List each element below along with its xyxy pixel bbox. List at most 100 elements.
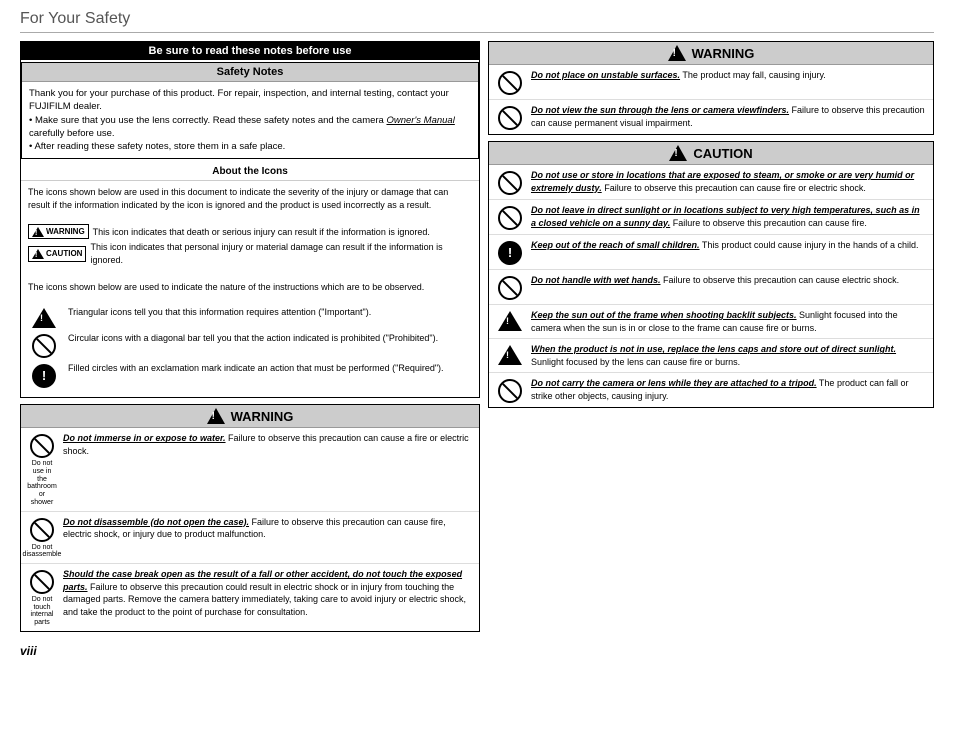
prohibited-type-row: Circular icons with a diagonal bar tell …	[28, 332, 472, 358]
caution-badge-row: CAUTION This icon indicates that persona…	[28, 241, 472, 266]
triangle-icon-sm	[32, 308, 56, 328]
about-icons-body: The icons shown below are used in this d…	[21, 181, 479, 397]
right-prohibited-1	[498, 71, 522, 95]
prohibited-subtext-w1: Do not use in the bathroom or shower	[27, 460, 57, 506]
right-warning-bold-2: Do not view the sun through the lens or …	[531, 105, 789, 115]
warning-desc: This icon indicates that death or seriou…	[93, 226, 430, 239]
right-warning-icon-1	[495, 69, 525, 95]
required-type-row: ! Filled circles with an exclamation mar…	[28, 362, 472, 388]
caution-item-2: Do not leave in direct sunlight or in lo…	[489, 200, 933, 235]
warning-triangle-icon	[32, 227, 44, 237]
caution-icon-2	[495, 204, 525, 230]
warning-header-icon-left	[207, 408, 225, 424]
warning-icon-cell-1: Do not use in the bathroom or shower	[27, 432, 57, 506]
required-icon-sm: !	[32, 364, 56, 388]
caution-item-3: ! Keep out of the reach of small childre…	[489, 235, 933, 270]
warning-section-right: WARNING Do not place on unstable surface…	[488, 41, 934, 135]
warning-text-2: Do not disassemble (do not open the case…	[63, 516, 473, 541]
prohibited-icon-sm	[32, 334, 56, 358]
warning-header-right: WARNING	[489, 42, 933, 65]
caution-triangle-6	[498, 345, 522, 365]
warning-item-2: Do not disassemble Do not disassemble (d…	[21, 512, 479, 564]
about-icons-intro: The icons shown below are used in this d…	[28, 186, 472, 211]
caution-icon-6	[495, 343, 525, 365]
right-warning-bold-1: Do not place on unstable surfaces.	[531, 70, 680, 80]
right-warning-text-2: Do not view the sun through the lens or …	[531, 104, 927, 129]
caution-prohibited-1	[498, 171, 522, 195]
caution-text-4: Do not handle with wet hands. Failure to…	[531, 274, 899, 287]
caution-text-3: Keep out of the reach of small children.…	[531, 239, 919, 252]
caution-icon-3: !	[495, 239, 525, 265]
warning-text-1: Do not immerse in or expose to water. Fa…	[63, 432, 473, 457]
warning-badge-row: WARNING This icon indicates that death o…	[28, 224, 472, 239]
safety-notes-content: Thank you for your purchase of this prod…	[22, 82, 478, 158]
caution-text-6: When the product is not in use, replace …	[531, 343, 927, 368]
circle-desc: Circular icons with a diagonal bar tell …	[68, 332, 438, 345]
caution-text-7: Do not carry the camera or lens while th…	[531, 377, 927, 402]
caution-item-7: Do not carry the camera or lens while th…	[489, 373, 933, 407]
triangle-type-row: Triangular icons tell you that this info…	[28, 306, 472, 328]
caution-item-4: Do not handle with wet hands. Failure to…	[489, 270, 933, 305]
caution-desc: This icon indicates that personal injury…	[90, 241, 472, 266]
bullet-item-2: After reading these safety notes, store …	[29, 140, 471, 153]
safety-notes-title: Safety Notes	[22, 63, 478, 82]
caution-icon-5	[495, 309, 525, 331]
warning-body-3: Failure to observe this precaution could…	[63, 582, 466, 617]
right-warning-item-1: Do not place on unstable surfaces. The p…	[489, 65, 933, 100]
warning-text-3: Should the case break open as the result…	[63, 568, 473, 618]
caution-prohibited-7	[498, 379, 522, 403]
caution-required-3: !	[498, 241, 522, 265]
prohibited-subtext-w3: Do not touch internal parts	[27, 596, 57, 627]
triangle-desc: Triangular icons tell you that this info…	[68, 306, 371, 319]
caution-text-5: Keep the sun out of the frame when shoot…	[531, 309, 927, 334]
warning-item-3: Do not touch internal parts Should the c…	[21, 564, 479, 631]
warning-icon-cell-3: Do not touch internal parts	[27, 568, 57, 627]
right-warning-item-2: Do not view the sun through the lens or …	[489, 100, 933, 134]
bullet-item-1: Make sure that you use the lens correctl…	[29, 114, 471, 141]
caution-header-icon-right	[669, 145, 687, 161]
warning-bold-2: Do not disassemble (do not open the case…	[63, 517, 249, 527]
about-icons-section: About the Icons The icons shown below ar…	[21, 163, 479, 397]
about-icons-title: About the Icons	[21, 163, 479, 181]
prohibited-subtext-w2: Do not disassemble	[23, 544, 62, 559]
prohibited-icon-w2	[30, 518, 54, 542]
right-warning-icon-2	[495, 104, 525, 130]
caution-icon-7	[495, 377, 525, 403]
page-number: viii	[20, 644, 934, 658]
prohibited-icon-w1	[30, 434, 54, 458]
right-column: WARNING Do not place on unstable surface…	[488, 41, 934, 638]
right-warning-body-1: The product may fall, causing injury.	[680, 70, 826, 80]
triangle-type-icon	[28, 306, 60, 328]
page-title: For Your Safety	[20, 10, 934, 33]
caution-label: CAUTION	[46, 248, 82, 259]
caution-text-2: Do not leave in direct sunlight or in lo…	[531, 204, 927, 229]
required-type-icon: !	[28, 362, 60, 388]
main-title: Be sure to read these notes before use	[21, 42, 479, 60]
caution-header-right: CAUTION	[489, 142, 933, 165]
caution-triangle-icon	[32, 249, 44, 259]
caution-text-1: Do not use or store in locations that ar…	[531, 169, 927, 194]
right-warning-text-1: Do not place on unstable surfaces. The p…	[531, 69, 826, 82]
filled-circle-desc: Filled circles with an exclamation mark …	[68, 362, 444, 375]
prohibited-type-icon	[28, 332, 60, 358]
caution-prohibited-4	[498, 276, 522, 300]
warning-icon-cell-2: Do not disassemble	[27, 516, 57, 559]
main-outer-box: Be sure to read these notes before use S…	[20, 41, 480, 398]
warning-badge: WARNING	[28, 224, 89, 239]
warning-header-icon-right	[668, 45, 686, 61]
warning-bold-1: Do not immerse in or expose to water.	[63, 433, 226, 443]
caution-icon-1	[495, 169, 525, 195]
caution-header-label-right: CAUTION	[693, 146, 752, 161]
warning-label: WARNING	[46, 226, 85, 237]
icons-nature-intro: The icons shown below are used to indica…	[28, 281, 472, 294]
caution-icon-4	[495, 274, 525, 300]
caution-item-5: Keep the sun out of the frame when shoot…	[489, 305, 933, 339]
caution-section-right: CAUTION Do not use or store in locations…	[488, 141, 934, 408]
caution-item-1: Do not use or store in locations that ar…	[489, 165, 933, 200]
warning-header-left: WARNING	[21, 405, 479, 428]
safety-notes-inner-box: Safety Notes Thank you for your purchase…	[21, 62, 479, 159]
warning-section-left: WARNING Do not use in the bathroom or sh…	[20, 404, 480, 631]
caution-item-6: When the product is not in use, replace …	[489, 339, 933, 373]
safety-notes-bullets: Make sure that you use the lens correctl…	[29, 114, 471, 154]
prohibited-icon-w3	[30, 570, 54, 594]
